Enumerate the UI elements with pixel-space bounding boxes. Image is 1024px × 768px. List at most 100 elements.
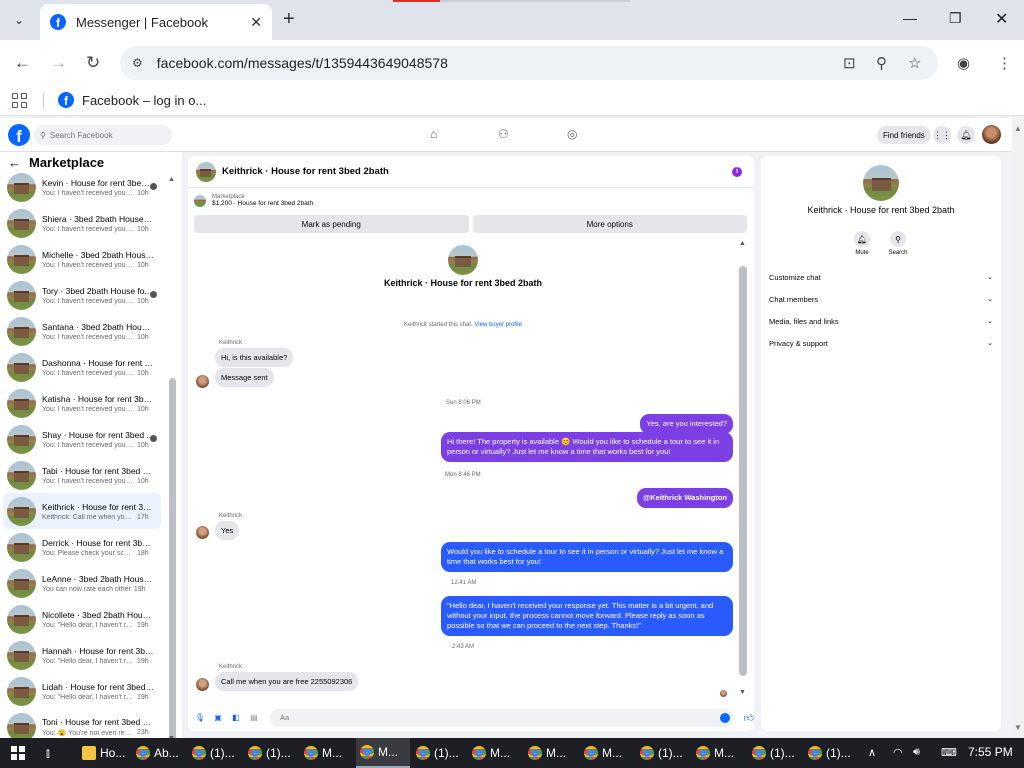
- scroll-down-icon[interactable]: ▼: [1014, 723, 1022, 732]
- photo-icon[interactable]: ▣: [212, 712, 224, 724]
- tab-search-icon[interactable]: ⌄: [8, 9, 30, 31]
- conversation-item[interactable]: Kevin · House for rent 3bed ... You: I ha…: [3, 169, 161, 205]
- taskbar-app[interactable]: M...: [468, 738, 522, 768]
- scrollbar-thumb[interactable]: [169, 378, 176, 738]
- search-icon[interactable]: ⚲: [890, 231, 906, 247]
- reload-icon[interactable]: ↻: [86, 53, 100, 73]
- listing-strip[interactable]: Marketplace $1,200 · House for rent 3bed…: [194, 194, 313, 207]
- conversation-item[interactable]: Katisha · House for rent 3bed ... You: I …: [3, 385, 161, 421]
- omnibox[interactable]: ⚙ facebook.com/messages/t/13594436490485…: [120, 46, 938, 80]
- url-text[interactable]: facebook.com/messages/t/1359443649048578: [157, 55, 448, 71]
- taskbar-app[interactable]: M...: [356, 738, 410, 768]
- conversation-item[interactable]: Santana · 3bed 2bath House f... You: I ha…: [3, 313, 161, 349]
- restore-icon[interactable]: ❐: [949, 10, 962, 27]
- apps-grid-icon[interactable]: [12, 93, 27, 108]
- task-view-icon[interactable]: ⫾: [46, 746, 50, 761]
- outgoing-mention-message[interactable]: @Keithrick Washington: [636, 488, 733, 508]
- sender-avatar[interactable]: [196, 526, 209, 539]
- media-files-links-row[interactable]: Media, files and links ⌄: [769, 314, 993, 328]
- taskbar-app[interactable]: M...: [692, 738, 746, 768]
- incoming-message[interactable]: Call me when you are free 2255092306: [215, 672, 359, 691]
- more-options-button[interactable]: More options: [472, 215, 747, 233]
- taskbar-app[interactable]: (1)...: [748, 738, 802, 768]
- chat-scrollbar[interactable]: ▲ ▼: [738, 240, 748, 696]
- install-app-icon[interactable]: ⊡: [843, 54, 856, 72]
- scroll-up-icon[interactable]: ▲: [1014, 124, 1022, 133]
- taskbar-app[interactable]: M...: [580, 738, 634, 768]
- search-input[interactable]: [49, 130, 160, 140]
- home-icon[interactable]: ⌂: [430, 127, 437, 141]
- minimize-icon[interactable]: —: [903, 10, 917, 26]
- incoming-message[interactable]: Message sent: [215, 368, 274, 387]
- windows-start-icon[interactable]: [11, 746, 25, 760]
- conversation-item[interactable]: Dashonna · House for rent 3b... You: I ha…: [3, 349, 161, 385]
- tray-chevron-icon[interactable]: ∧: [868, 746, 876, 759]
- bell-icon[interactable]: 🔔︎: [854, 231, 870, 247]
- chat-title[interactable]: Keithrick · House for rent 3bed 2bath: [222, 166, 389, 177]
- back-arrow-icon[interactable]: ←: [14, 53, 31, 73]
- wifi-icon[interactable]: ◠: [893, 746, 903, 759]
- taskbar-app[interactable]: (1)...: [636, 738, 690, 768]
- notifications-bell-icon[interactable]: 🔔︎: [957, 126, 975, 144]
- sender-avatar[interactable]: [196, 375, 209, 388]
- outgoing-message[interactable]: Would you like to schedule a tour to see…: [441, 542, 733, 572]
- microphone-icon[interactable]: 🎙︎: [194, 712, 206, 724]
- taskbar-app[interactable]: M...: [300, 738, 354, 768]
- taskbar-clock[interactable]: 7:55 PM: [968, 745, 1013, 759]
- conversation-item[interactable]: Nicollete · 3bed 2bath House ... You: "He…: [3, 601, 161, 637]
- incoming-message[interactable]: Hi, is this available?: [215, 348, 294, 367]
- scroll-up-icon[interactable]: ▲: [168, 176, 175, 183]
- taskbar-app[interactable]: Ho...: [78, 738, 132, 768]
- menu-dots-icon[interactable]: ⋮: [997, 54, 1012, 72]
- message-input-box[interactable]: [269, 708, 734, 727]
- thumbs-up-icon[interactable]: 👍︎: [744, 712, 754, 724]
- conversation-item[interactable]: Tabi · House for rent 3bed 2ba... You: I …: [3, 457, 161, 493]
- incoming-message[interactable]: Yes: [215, 521, 240, 540]
- groups-icon[interactable]: ◎: [567, 127, 577, 141]
- outgoing-message[interactable]: Yes, are you interested?: [640, 414, 733, 434]
- conversation-item[interactable]: Derrick · House for rent 3bed ... You: Pl…: [3, 529, 161, 565]
- gif-icon[interactable]: ▤: [248, 712, 260, 724]
- conversation-item[interactable]: LeAnne · 3bed 2bath House f... You can no…: [3, 565, 161, 601]
- sender-avatar[interactable]: [196, 678, 209, 691]
- mute-action[interactable]: 🔔︎ Mute: [847, 231, 877, 256]
- outgoing-message[interactable]: Hi there! The property is available 😊 Wo…: [441, 432, 733, 462]
- conversation-item[interactable]: Hannah · House for rent 3bed... You: "Hel…: [3, 637, 161, 673]
- sidebar-scrollbar[interactable]: ▲ ▼: [168, 172, 177, 738]
- outgoing-message[interactable]: "Hello dear, I haven't received your res…: [441, 596, 733, 636]
- scrollbar-thumb[interactable]: [739, 266, 747, 676]
- emoji-icon[interactable]: [719, 712, 730, 723]
- conversation-item[interactable]: Shiera · 3bed 2bath House for... You: I h…: [3, 205, 161, 241]
- browser-tab-messenger[interactable]: f Messenger | Facebook ✕: [40, 4, 272, 40]
- bookmark-star-icon[interactable]: ☆: [908, 54, 921, 72]
- facebook-logo-icon[interactable]: f: [8, 124, 30, 146]
- conversation-item[interactable]: Tory · 3bed 2bath House fo... You: I have…: [3, 277, 161, 313]
- conversation-item[interactable]: Keithrick · House for rent 3be... Keithri…: [3, 493, 161, 529]
- scroll-down-icon[interactable]: ▼: [739, 689, 746, 696]
- menu-grid-icon[interactable]: ⋮⋮: [933, 126, 951, 144]
- taskbar-app[interactable]: (1)...: [412, 738, 466, 768]
- friends-icon[interactable]: ⚇: [498, 127, 509, 141]
- taskbar-app[interactable]: (1)...: [804, 738, 858, 768]
- back-arrow-icon[interactable]: ←: [8, 155, 21, 170]
- mark-as-pending-button[interactable]: Mark as pending: [194, 215, 469, 233]
- taskbar-app[interactable]: Ab...: [132, 738, 186, 768]
- taskbar-app[interactable]: M...: [524, 738, 578, 768]
- privacy-support-row[interactable]: Privacy & support ⌄: [769, 336, 993, 350]
- search-action[interactable]: ⚲ Search: [883, 231, 913, 256]
- zoom-icon[interactable]: ⚲: [876, 54, 887, 72]
- sticker-icon[interactable]: ◧: [230, 712, 242, 724]
- listing-thumbnail[interactable]: [196, 161, 216, 182]
- account-avatar[interactable]: [982, 125, 1001, 144]
- view-buyer-profile-link[interactable]: View buyer profile: [474, 322, 522, 328]
- find-friends-button[interactable]: Find friends: [877, 126, 931, 144]
- conversation-item[interactable]: Shay · House for rent 3bed ... You: I hav…: [3, 421, 161, 457]
- listing-thumbnail-large[interactable]: [863, 165, 899, 201]
- new-tab-icon[interactable]: +: [283, 8, 295, 31]
- conversation-item[interactable]: Toni · House for rent 3bed 2b... You: 😮 Y…: [3, 709, 161, 738]
- forward-arrow-icon[interactable]: →: [50, 53, 67, 73]
- scroll-up-icon[interactable]: ▲: [739, 240, 746, 247]
- conversation-item[interactable]: Michelle · 3bed 2bath House f... You: I h…: [3, 241, 161, 277]
- taskbar-app[interactable]: (1)...: [244, 738, 298, 768]
- page-scrollbar[interactable]: ▲ ▼: [1012, 118, 1024, 738]
